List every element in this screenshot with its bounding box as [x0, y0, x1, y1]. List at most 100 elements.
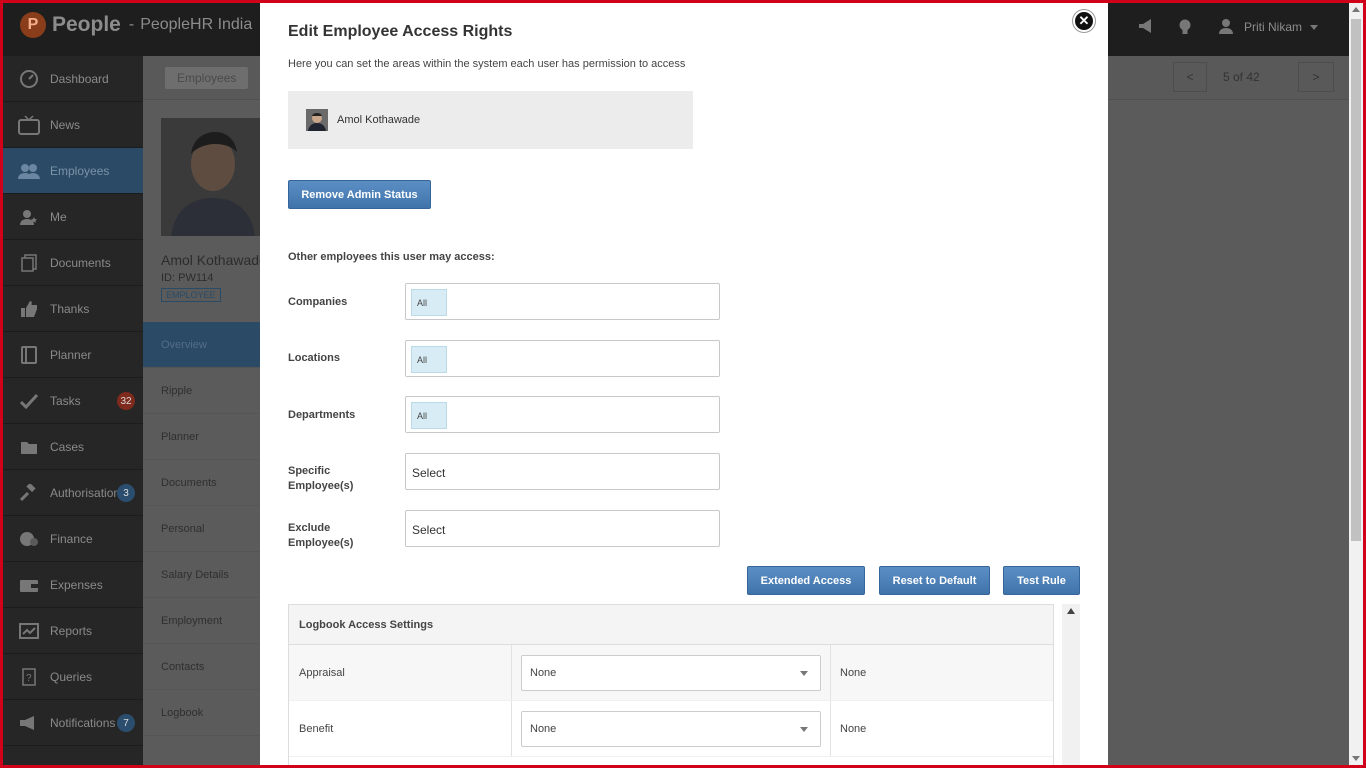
departments-chip[interactable]: All [411, 402, 447, 429]
extended-access-button[interactable]: Extended Access [747, 566, 865, 595]
sidebar-item-label: Me [50, 209, 67, 224]
appraisal-access-select[interactable]: None [521, 655, 821, 691]
edit-access-rights-dialog: Edit Employee Access Rights Here you can… [260, 3, 1108, 765]
sidebar-item-planner[interactable]: Planner [0, 332, 143, 378]
logo-separator: - [128, 16, 135, 33]
sidebar-item-label: Reports [50, 623, 93, 638]
companies-select[interactable]: All [405, 283, 720, 320]
specific-employees-select[interactable]: Select [405, 453, 720, 490]
logbook-row-current: None [840, 666, 867, 679]
access-section-label: Other employees this user may access: [288, 251, 495, 263]
subnav-overview[interactable]: Overview [143, 322, 261, 368]
subnav-documents[interactable]: Documents [143, 460, 261, 506]
sidebar-item-authorisations[interactable]: Authorisations 3 [0, 470, 143, 516]
exclude-employees-label: Exclude Employee(s) [288, 522, 354, 549]
reset-to-default-button[interactable]: Reset to Default [879, 566, 990, 595]
selected-employee-card: Amol Kothawade [288, 91, 693, 149]
logbook-row-select-cell: None [512, 701, 831, 756]
specific-employees-placeholder: Select [412, 466, 446, 480]
logbook-scrollbar[interactable] [1062, 604, 1080, 765]
sidebar-item-label: Employees [50, 163, 110, 178]
user-icon [1218, 18, 1236, 36]
scroll-up-icon[interactable] [1352, 7, 1360, 12]
sidebar-item-label: Finance [50, 531, 93, 546]
sidebar-item-label: Cases [50, 439, 85, 454]
departments-label: Departments [288, 409, 356, 421]
subnav-contacts[interactable]: Contacts [143, 644, 261, 690]
logbook-row-name: Benefit [289, 701, 512, 756]
sidebar-item-label: Documents [50, 255, 111, 270]
check-icon [18, 391, 40, 411]
next-employee-button[interactable]: > [1298, 62, 1334, 92]
subnav-salary-details[interactable]: Salary Details [143, 552, 261, 598]
tasks-count-badge: 32 [117, 392, 135, 410]
scroll-down-icon[interactable] [1352, 756, 1360, 761]
sidebar-item-expenses[interactable]: Expenses [0, 562, 143, 608]
test-rule-button[interactable]: Test Rule [1003, 566, 1080, 595]
sidebar-item-tasks[interactable]: Tasks 32 [0, 378, 143, 424]
page-scrollbar[interactable] [1349, 3, 1363, 765]
company-name: PeopleHR India [140, 16, 253, 33]
logo-icon: P [20, 12, 46, 38]
subnav-ripple[interactable]: Ripple [143, 368, 261, 414]
employee-photo [161, 118, 261, 236]
logo-word: People [52, 13, 121, 36]
chevron-down-icon [800, 727, 808, 732]
sidebar-item-news[interactable]: News [0, 102, 143, 148]
breadcrumb[interactable]: Employees [165, 67, 249, 89]
megaphone-icon[interactable] [1138, 18, 1156, 36]
sidebar-item-cases[interactable]: Cases [0, 424, 143, 470]
locations-label: Locations [288, 352, 340, 364]
logbook-row-select-cell: None [512, 645, 831, 700]
remove-admin-status-button[interactable]: Remove Admin Status [288, 180, 431, 209]
subnav-logbook[interactable]: Logbook [143, 690, 261, 736]
subnav-employment[interactable]: Employment [143, 598, 261, 644]
notifications-count-badge: 7 [117, 714, 135, 732]
employee-subnav: Overview Ripple Planner Documents Person… [143, 322, 261, 736]
employee-role-badge: EMPLOYEE [161, 288, 221, 302]
documents-icon [18, 253, 40, 273]
locations-chip[interactable]: All [411, 346, 447, 373]
departments-select[interactable]: All [405, 396, 720, 433]
planner-icon [18, 345, 40, 365]
sidebar-item-employees[interactable]: Employees [0, 148, 143, 194]
thumbs-up-icon [18, 299, 40, 319]
benefit-access-select[interactable]: None [521, 711, 821, 747]
sidebar-item-reports[interactable]: Reports [0, 608, 143, 654]
logbook-table-header: Logbook Access Settings [289, 605, 1053, 645]
logbook-row-current: None [840, 722, 867, 735]
folder-icon [18, 437, 40, 457]
sidebar-item-label: Tasks [50, 393, 81, 408]
wallet-icon [18, 575, 40, 595]
app-logo[interactable]: P People - PeopleHR India [20, 12, 252, 38]
close-icon[interactable]: ✕ [1073, 10, 1095, 32]
specific-employees-label: Specific Employee(s) [288, 465, 354, 492]
pager-position: 5 of 42 [1223, 70, 1260, 84]
subnav-personal[interactable]: Personal [143, 506, 261, 552]
user-name: Priti Nikam [1243, 20, 1302, 34]
subnav-planner[interactable]: Planner [143, 414, 261, 460]
sidebar-item-label: Authorisations [50, 485, 127, 500]
locations-select[interactable]: All [405, 340, 720, 377]
sidebar-item-notifications[interactable]: Notifications 7 [0, 700, 143, 746]
gavel-icon [18, 483, 40, 503]
sidebar-item-label: Dashboard [50, 71, 109, 86]
scroll-up-icon[interactable] [1067, 608, 1075, 614]
previous-employee-button[interactable]: < [1173, 62, 1207, 92]
exclude-employees-select[interactable]: Select [405, 510, 720, 547]
sidebar-item-finance[interactable]: Finance [0, 516, 143, 562]
sidebar-item-me[interactable]: Me [0, 194, 143, 240]
chart-icon [18, 621, 40, 641]
sidebar-item-label: Thanks [50, 301, 90, 316]
lightbulb-icon[interactable] [1178, 18, 1196, 36]
scrollbar-thumb[interactable] [1351, 19, 1361, 541]
sidebar-item-thanks[interactable]: Thanks [0, 286, 143, 332]
selected-employee-name: Amol Kothawade [337, 114, 421, 126]
sidebar-item-documents[interactable]: Documents [0, 240, 143, 286]
companies-chip[interactable]: All [411, 289, 447, 316]
user-menu[interactable]: Priti Nikam [1218, 18, 1318, 36]
sidebar-item-dashboard[interactable]: Dashboard [0, 56, 143, 102]
sidebar-item-queries[interactable]: ? Queries [0, 654, 143, 700]
chevron-down-icon [1310, 20, 1318, 34]
tv-icon [18, 114, 40, 135]
